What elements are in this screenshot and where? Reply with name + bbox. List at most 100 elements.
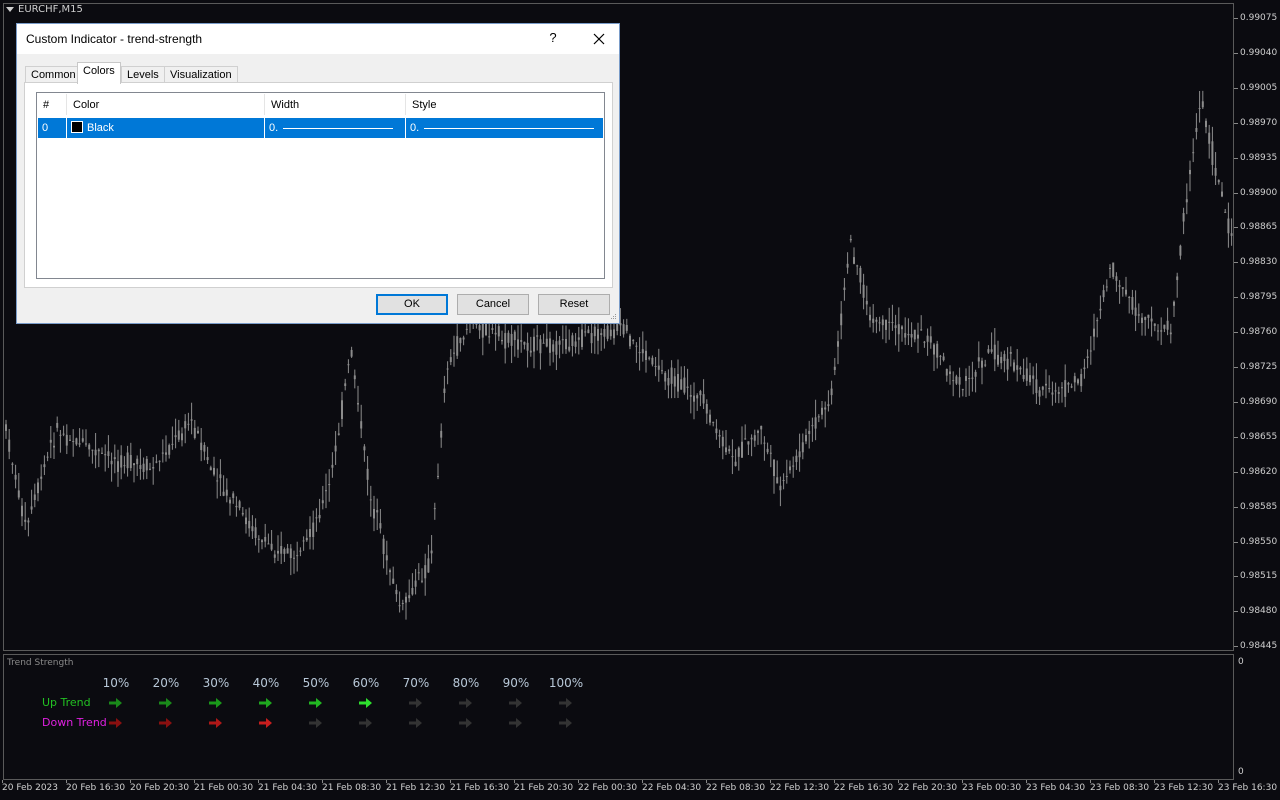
price-axis-tick	[1234, 262, 1238, 264]
candle-body	[1102, 290, 1105, 298]
candle-body	[117, 461, 119, 472]
time-axis-label: 21 Feb 16:30	[450, 783, 510, 793]
candle-body	[264, 536, 267, 542]
candle-body	[1029, 375, 1031, 383]
candle-body	[126, 452, 129, 469]
candle-body	[309, 528, 311, 537]
candle-body	[792, 465, 795, 467]
candle-body	[1061, 387, 1063, 389]
time-axis-tick	[642, 780, 643, 783]
candle-body	[177, 430, 180, 440]
candle-body	[1147, 314, 1150, 318]
resize-grip-icon[interactable]	[609, 314, 617, 322]
candle-body	[1198, 108, 1201, 110]
close-icon[interactable]	[587, 28, 611, 50]
candle-body	[840, 313, 843, 326]
table-row[interactable]: 0 Black 0. 0.	[38, 118, 603, 138]
candle-body	[110, 460, 113, 465]
candle-body	[616, 322, 619, 331]
row-index: 0	[38, 118, 67, 138]
candle-body	[120, 455, 123, 468]
percent-label: 70%	[402, 676, 430, 690]
candle-body	[993, 344, 996, 360]
candle-body	[107, 451, 110, 456]
cancel-button[interactable]: Cancel	[457, 294, 529, 315]
down-arrow-icon	[209, 718, 222, 728]
indicator-subwindow[interactable]	[3, 654, 1234, 780]
candle-body	[645, 350, 647, 360]
time-axis-label: 21 Feb 12:30	[386, 783, 446, 793]
time-axis-label: 21 Feb 08:30	[322, 783, 382, 793]
tab-colors[interactable]: Colors	[77, 62, 121, 84]
candle-body	[49, 439, 52, 443]
candle-body	[715, 428, 718, 434]
candle-body	[939, 355, 942, 357]
candle-body	[37, 482, 39, 494]
candle-body	[430, 550, 433, 554]
price-axis-tick	[1234, 87, 1238, 89]
candle-body	[942, 356, 945, 361]
time-axis-tick	[450, 780, 451, 783]
candle-body	[344, 383, 347, 386]
color-cell[interactable]: Black	[67, 118, 265, 138]
tab-common[interactable]: Common	[25, 66, 82, 83]
ok-button[interactable]: OK	[376, 294, 448, 315]
tab-levels[interactable]: Levels	[121, 66, 165, 83]
candle-body	[862, 284, 865, 298]
candle-body	[1109, 267, 1111, 269]
candle-body	[190, 419, 193, 421]
help-button[interactable]: ?	[547, 30, 559, 45]
candle-body	[593, 326, 596, 337]
candle-body	[552, 344, 555, 352]
candle-body	[846, 263, 849, 268]
style-cell[interactable]: 0.	[406, 118, 603, 138]
candle-body	[385, 555, 388, 561]
candle-body	[139, 465, 142, 470]
candle-body	[523, 341, 526, 345]
column-header-width[interactable]: Width	[265, 94, 406, 115]
candle-body	[165, 452, 167, 455]
price-axis-tick	[1234, 576, 1238, 578]
candle-body	[427, 558, 430, 573]
width-cell[interactable]: 0.	[265, 118, 406, 138]
candle-body	[171, 443, 174, 445]
time-axis-label: 23 Feb 04:30	[1026, 783, 1086, 793]
time-axis-label: 22 Feb 20:30	[898, 783, 958, 793]
candle-body	[453, 352, 455, 354]
candle-body	[721, 436, 724, 447]
candle-body	[1157, 330, 1159, 332]
candle-body	[94, 449, 97, 456]
symbol-label[interactable]: EURCHF,M15	[6, 4, 83, 15]
candle-body	[145, 458, 148, 471]
candle-body	[369, 499, 372, 501]
candle-body	[286, 548, 289, 554]
candle-body	[158, 460, 161, 462]
reset-button[interactable]: Reset	[538, 294, 610, 315]
candle-body	[392, 578, 395, 584]
candle-body	[1134, 307, 1137, 316]
candle-body	[952, 380, 955, 382]
candle-body	[517, 339, 519, 350]
time-axis-label: 21 Feb 20:30	[514, 783, 574, 793]
candle-body	[878, 322, 881, 324]
candle-body	[949, 371, 951, 375]
candle-body	[622, 324, 625, 335]
column-header-color[interactable]: Color	[67, 94, 265, 115]
candle-body	[1070, 386, 1073, 388]
candle-body	[923, 341, 926, 343]
dialog-titlebar[interactable]: Custom Indicator - trend-strength ?	[17, 24, 619, 54]
candle-body	[766, 448, 769, 453]
down-arrow-icon	[559, 718, 572, 728]
column-header-index[interactable]: #	[37, 94, 67, 115]
candle-body	[1160, 330, 1163, 332]
candle-body	[910, 334, 913, 338]
candle-body	[635, 345, 638, 347]
tab-visualization[interactable]: Visualization	[164, 66, 238, 83]
time-axis-tick	[2, 780, 3, 783]
candle-body	[801, 442, 804, 453]
column-header-style[interactable]: Style	[406, 94, 604, 115]
candle-body	[673, 376, 676, 387]
colors-grid[interactable]: # Color Width Style 0 Black 0. 0.	[36, 92, 605, 279]
candle-body	[357, 403, 359, 405]
candle-body	[968, 378, 971, 380]
